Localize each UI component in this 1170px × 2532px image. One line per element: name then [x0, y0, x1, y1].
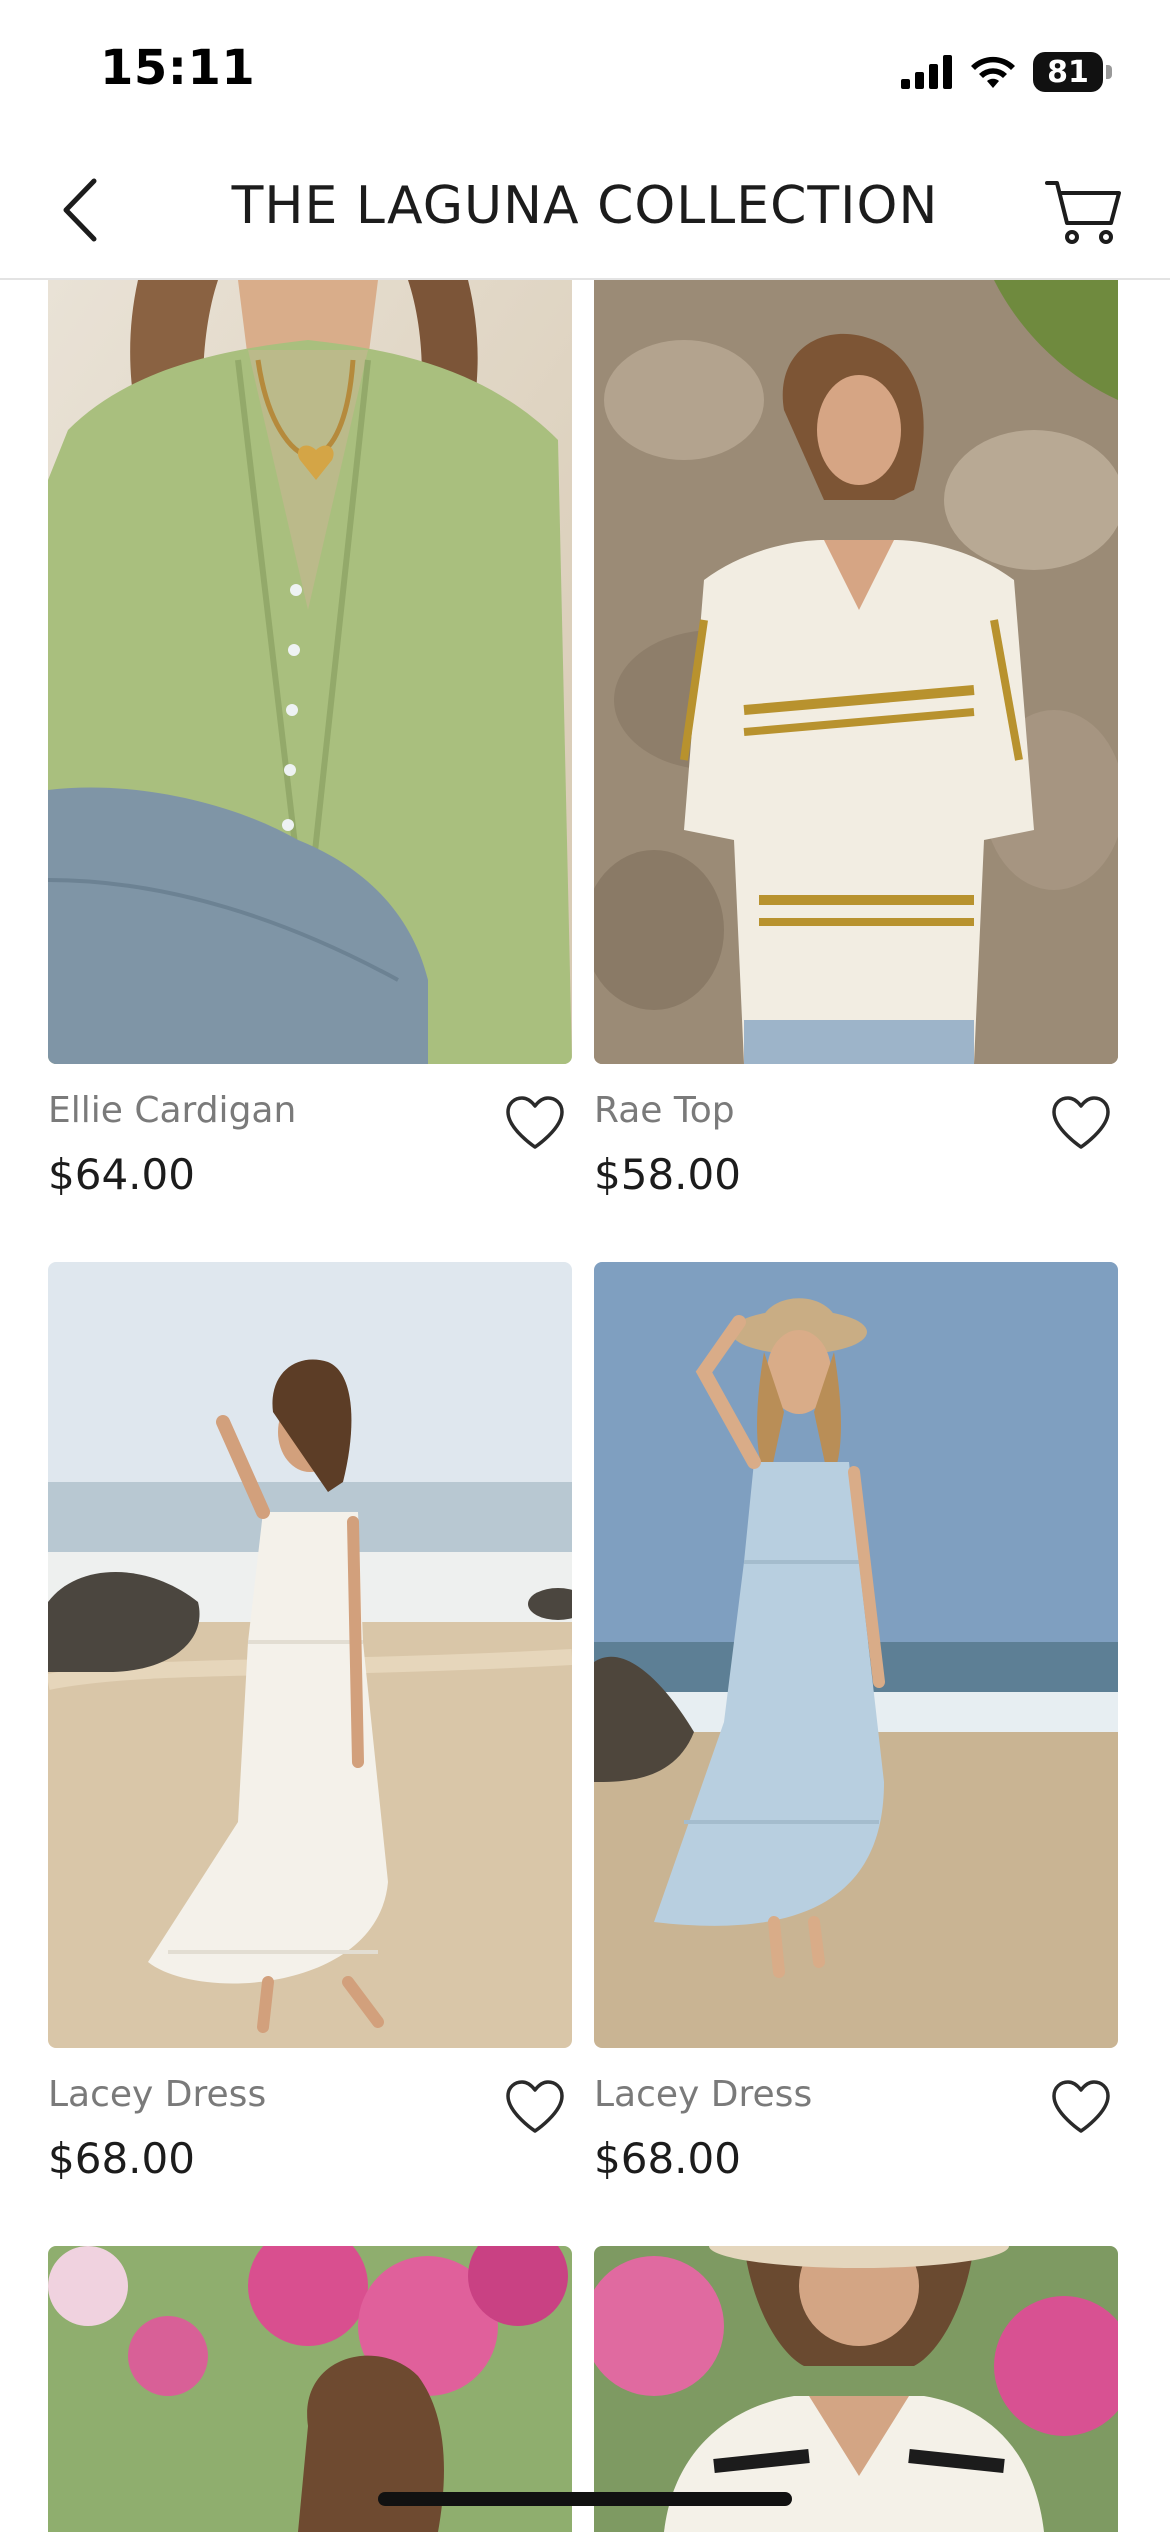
product-card[interactable]: Lacey Dress $68.00	[594, 1262, 1118, 2183]
favorite-button[interactable]	[1046, 2072, 1116, 2142]
product-image[interactable]	[48, 2246, 572, 2532]
product-name[interactable]: Ellie Cardigan	[48, 1090, 296, 1131]
product-price: $58.00	[594, 1150, 741, 1199]
product-card[interactable]: Lacey Dress $68.00	[48, 1262, 572, 2183]
product-image[interactable]	[48, 1262, 572, 2048]
product-card[interactable]	[48, 2246, 572, 2532]
heart-outline-icon	[1052, 2080, 1110, 2133]
heart-outline-icon	[506, 1096, 564, 1149]
product-price: $68.00	[48, 2134, 195, 2183]
heart-outline-icon	[1052, 1096, 1110, 1149]
screen: 15:11 81 THE LAGUNA COLLECTION Ellie Car…	[0, 0, 1170, 2532]
heart-outline-icon	[506, 2080, 564, 2133]
battery-level: 81	[1047, 54, 1089, 90]
wifi-icon	[971, 56, 1015, 88]
product-photo	[594, 1262, 1118, 2048]
product-card[interactable]	[594, 2246, 1118, 2532]
product-image[interactable]	[48, 280, 572, 1064]
product-image[interactable]	[594, 2246, 1118, 2532]
product-photo	[594, 280, 1118, 1064]
battery-icon: 81	[1033, 52, 1103, 92]
favorite-button[interactable]	[500, 1088, 570, 1158]
product-price: $64.00	[48, 1150, 195, 1199]
product-photo	[48, 2246, 572, 2532]
navigation-bar: THE LAGUNA COLLECTION	[0, 150, 1170, 280]
product-card[interactable]: Rae Top $58.00	[594, 280, 1118, 1199]
product-card[interactable]: Ellie Cardigan $64.00	[48, 280, 572, 1199]
product-photo	[594, 2246, 1118, 2532]
page-title: THE LAGUNA COLLECTION	[231, 176, 939, 236]
home-indicator[interactable]	[378, 2492, 792, 2506]
product-price: $68.00	[594, 2134, 741, 2183]
battery-indicator: 81	[1033, 52, 1112, 92]
status-time: 15:11	[100, 40, 256, 96]
battery-tip	[1106, 65, 1112, 79]
cart-icon	[1045, 181, 1121, 244]
product-name[interactable]: Lacey Dress	[48, 2074, 266, 2115]
product-photo	[48, 1262, 572, 2048]
status-icons: 81	[901, 50, 1112, 94]
cellular-signal-icon	[901, 55, 952, 89]
product-name[interactable]: Rae Top	[594, 1090, 735, 1131]
product-image[interactable]	[594, 1262, 1118, 2048]
favorite-button[interactable]	[1046, 1088, 1116, 1158]
product-image[interactable]	[594, 280, 1118, 1064]
product-name[interactable]: Lacey Dress	[594, 2074, 812, 2115]
cart-button[interactable]	[1038, 168, 1130, 256]
product-photo	[48, 280, 572, 1064]
favorite-button[interactable]	[500, 2072, 570, 2142]
status-bar: 15:11 81	[0, 0, 1170, 150]
